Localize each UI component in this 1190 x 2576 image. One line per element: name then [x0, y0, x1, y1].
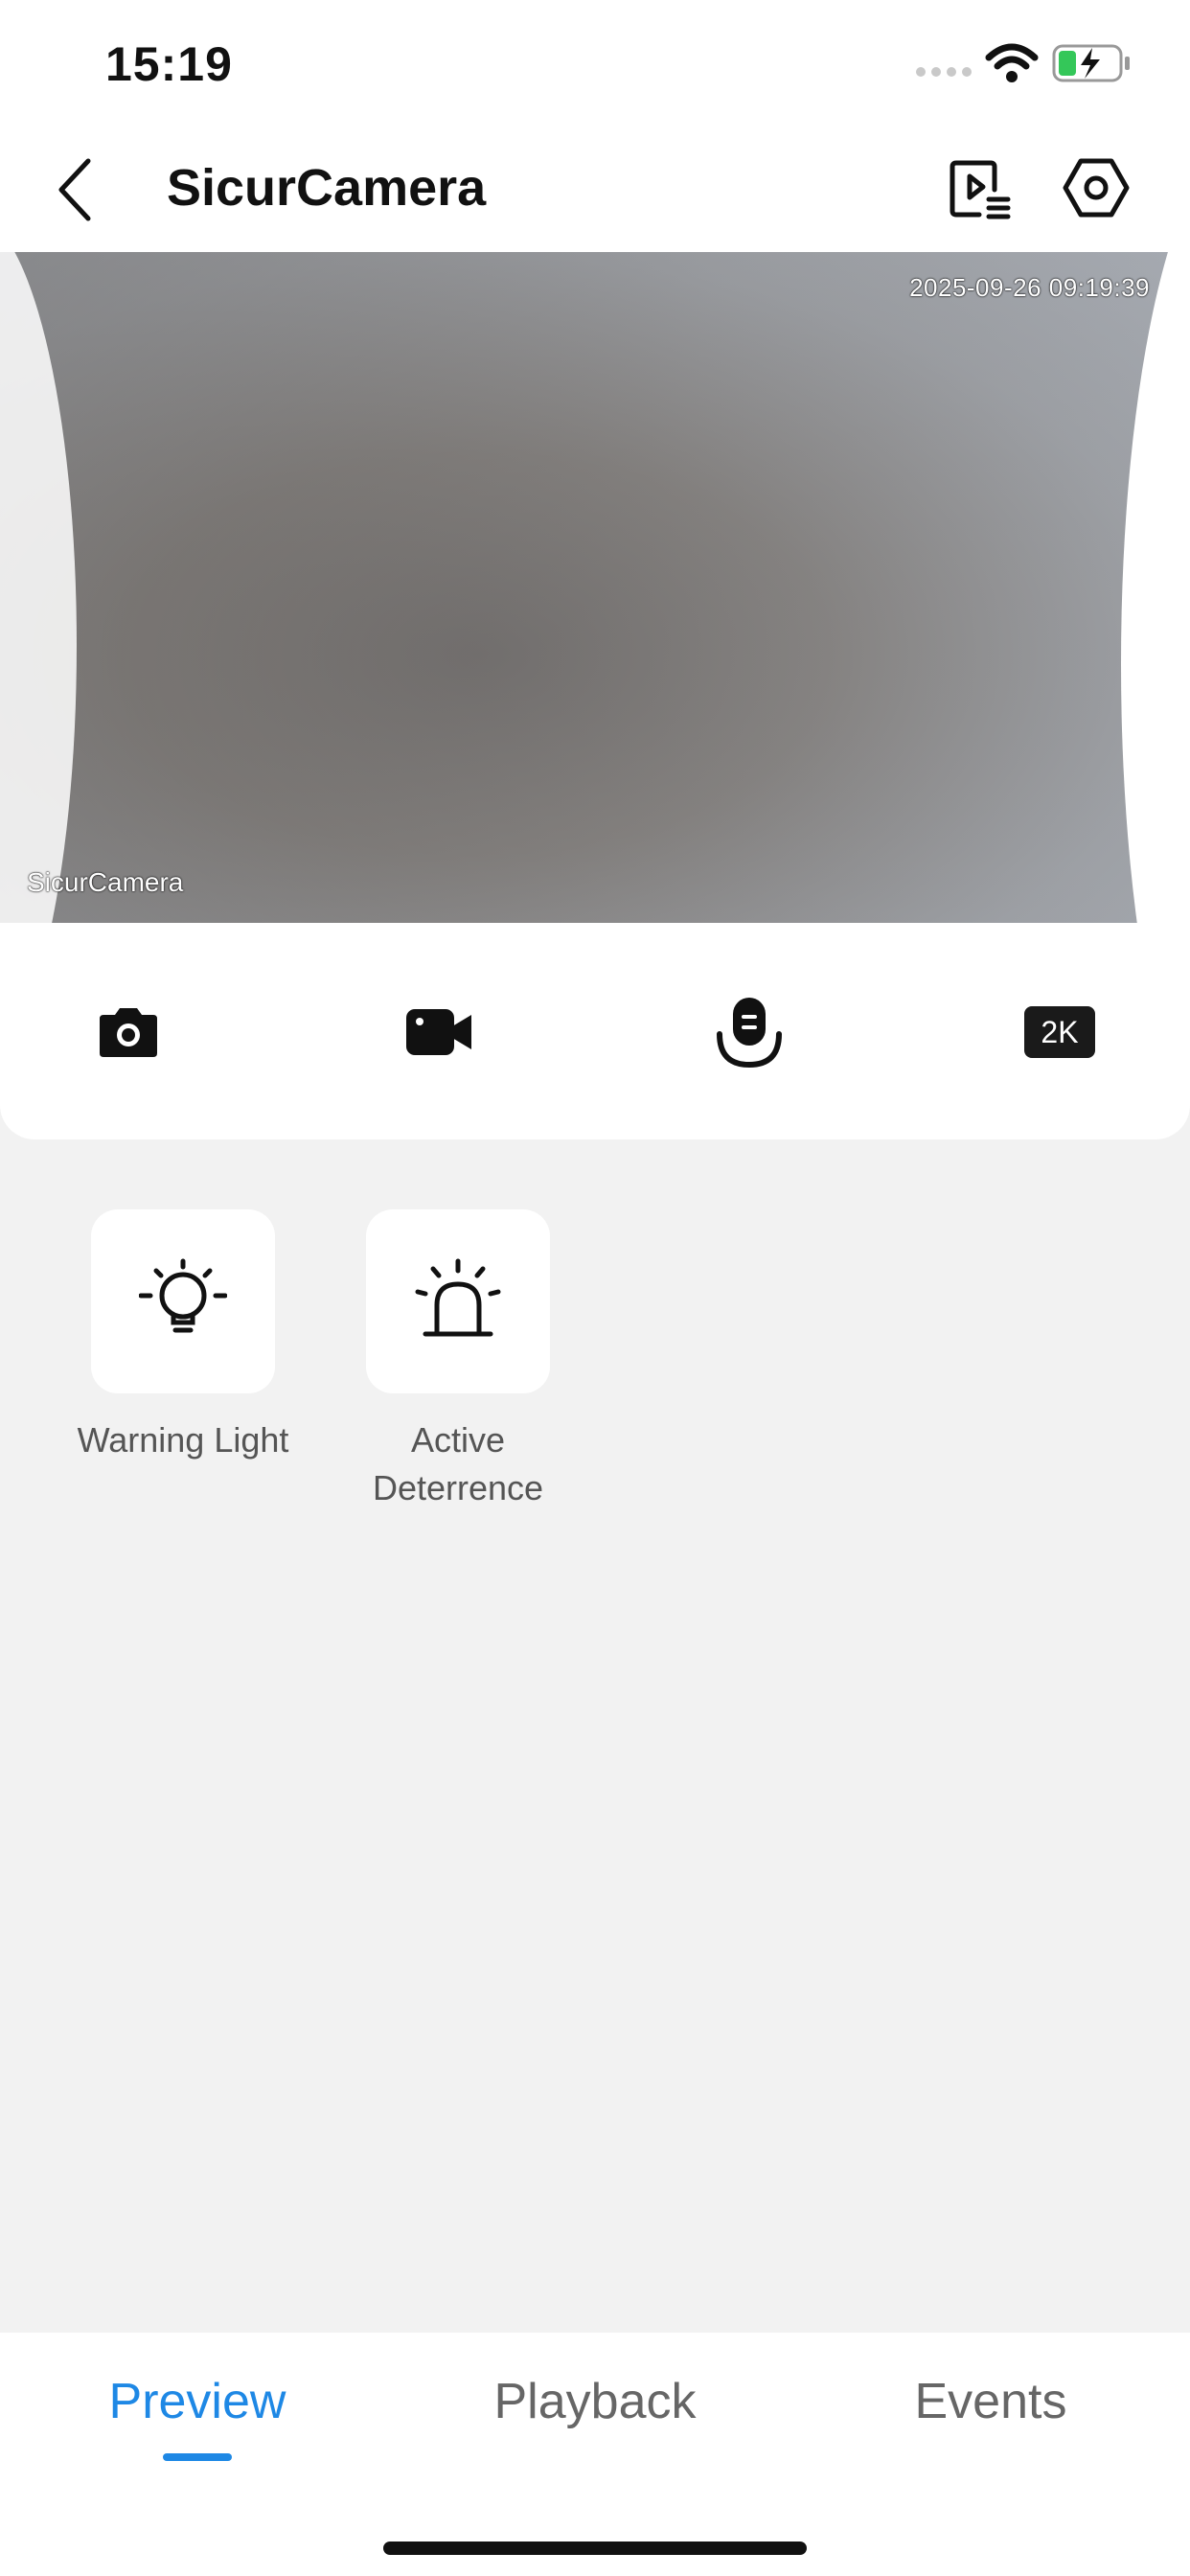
video-camera-icon — [406, 1009, 471, 1055]
light-bulb-icon — [139, 1258, 227, 1333]
record-button[interactable] — [391, 984, 487, 1080]
status-time: 15:19 — [105, 37, 233, 91]
tab-preview[interactable]: Preview — [54, 2373, 341, 2430]
siren-icon — [415, 1258, 501, 1337]
home-indicator — [383, 2542, 807, 2555]
active-deterrence-label: Active Deterrence — [372, 1420, 544, 1507]
video-timestamp: 2025-09-26 09:19:39 — [909, 273, 1150, 302]
bottom-tab-bar: Preview Playback Events — [0, 2333, 1190, 2576]
back-arrow-icon[interactable] — [50, 151, 107, 228]
quality-toggle[interactable]: 2K — [1012, 984, 1108, 1080]
tab-events[interactable]: Events — [847, 2373, 1134, 2430]
quality-badge: 2K — [1024, 1006, 1095, 1058]
battery-charging-icon — [1052, 44, 1130, 82]
video-camera-label: SicurCamera — [27, 867, 184, 897]
cellular-signal-icon — [916, 67, 972, 77]
warning-light-label: Warning Light — [77, 1420, 289, 1460]
snapshot-button[interactable] — [80, 984, 176, 1080]
microphone-icon — [717, 998, 782, 1069]
talk-button[interactable] — [701, 984, 797, 1080]
page-title: SicurCamera — [167, 159, 487, 217]
active-deterrence-button[interactable] — [366, 1209, 550, 1393]
playback-list-icon[interactable] — [947, 155, 1016, 224]
video-frame — [0, 252, 1190, 923]
active-tab-indicator — [163, 2453, 232, 2461]
live-video-feed[interactable]: 2025-09-26 09:19:39 SicurCamera — [0, 252, 1190, 923]
camera-icon — [100, 1008, 157, 1057]
settings-hexagon-icon[interactable] — [1062, 153, 1131, 222]
tab-playback[interactable]: Playback — [451, 2373, 739, 2430]
control-bar: 2K — [0, 923, 1190, 1139]
wifi-icon — [985, 43, 1039, 82]
warning-light-button[interactable] — [91, 1209, 275, 1393]
